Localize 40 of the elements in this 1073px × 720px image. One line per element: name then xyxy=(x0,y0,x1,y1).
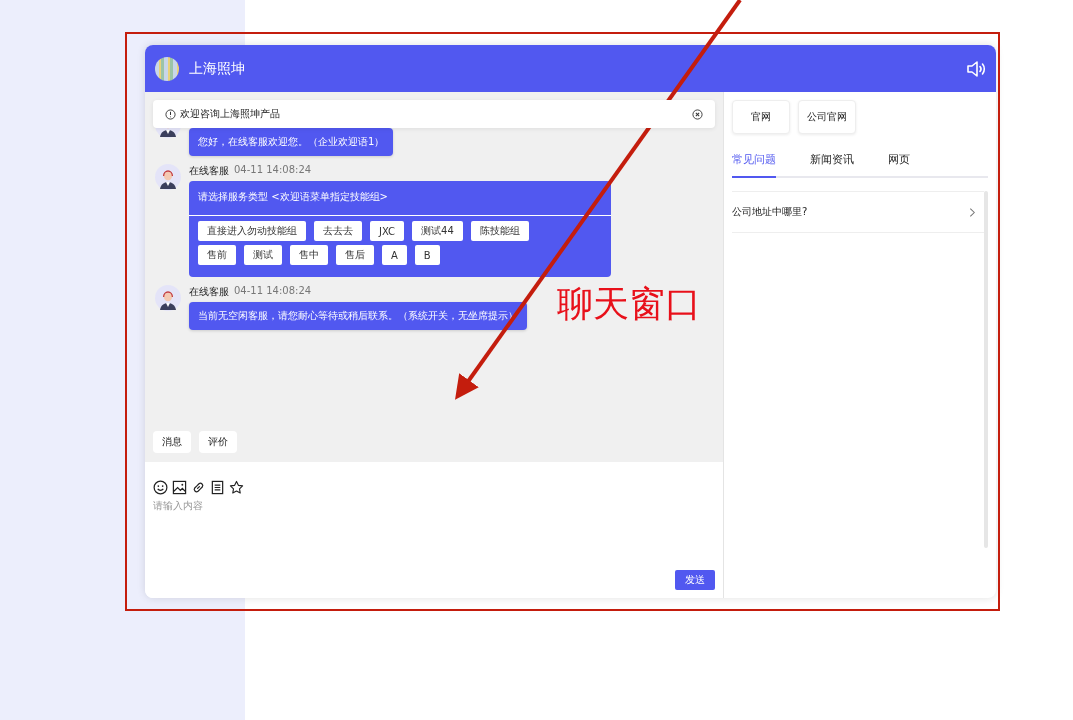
agent-avatar-icon xyxy=(155,164,181,190)
option-button[interactable]: 测试 xyxy=(244,245,282,265)
quick-button[interactable]: 消息 xyxy=(153,431,191,453)
menu-title: 请选择服务类型 <欢迎语菜单指定技能组> xyxy=(189,181,611,216)
chevron-icon xyxy=(969,206,976,218)
message-time: 04-11 14:08:24 xyxy=(234,164,312,177)
annotation-label: 聊天窗口 xyxy=(557,282,701,326)
speaker-icon[interactable] xyxy=(966,58,986,79)
option-button[interactable]: 测试44 xyxy=(412,221,463,241)
info-icon xyxy=(165,108,176,120)
sender-name: 在线客服 xyxy=(189,285,229,299)
message-time: 04-11 14:08:24 xyxy=(234,285,312,298)
link-button[interactable]: 公司官网 xyxy=(798,100,856,134)
emoji-icon[interactable] xyxy=(153,480,168,495)
option-button[interactable]: 售前 xyxy=(198,245,236,265)
tab[interactable]: 常见问题 xyxy=(732,146,776,178)
agent-avatar-icon xyxy=(155,285,181,311)
option-button[interactable]: 售后 xyxy=(336,245,374,265)
tab[interactable]: 新闻资讯 xyxy=(810,146,854,178)
image-icon[interactable] xyxy=(172,480,187,495)
option-button[interactable]: A xyxy=(382,245,407,265)
option-button[interactable]: 陈技能组 xyxy=(470,221,529,241)
document-icon[interactable] xyxy=(210,480,225,495)
tab[interactable]: 网页 xyxy=(888,146,910,178)
notice-text: 欢迎咨询上海照坤产品 xyxy=(180,107,281,121)
link-button[interactable]: 官网 xyxy=(732,100,790,134)
option-button[interactable]: 直接进入勿动技能组 xyxy=(198,221,306,241)
message-bubble: 您好，在线客服欢迎您。（企业欢迎语1） xyxy=(189,128,394,156)
star-icon[interactable] xyxy=(229,480,244,495)
logo-icon xyxy=(155,56,179,81)
option-button[interactable]: B xyxy=(414,245,440,265)
sender-name: 在线客服 xyxy=(189,164,229,178)
close-icon[interactable] xyxy=(692,108,703,120)
quick-button[interactable]: 评价 xyxy=(199,431,237,453)
option-button[interactable]: JXC xyxy=(370,221,405,241)
option-button[interactable]: 售中 xyxy=(290,245,328,265)
link-icon[interactable] xyxy=(191,480,206,495)
option-button[interactable]: 去去去 xyxy=(314,221,362,241)
send-button[interactable]: 发送 xyxy=(675,570,715,590)
window-title: 上海照坤 xyxy=(189,59,246,78)
